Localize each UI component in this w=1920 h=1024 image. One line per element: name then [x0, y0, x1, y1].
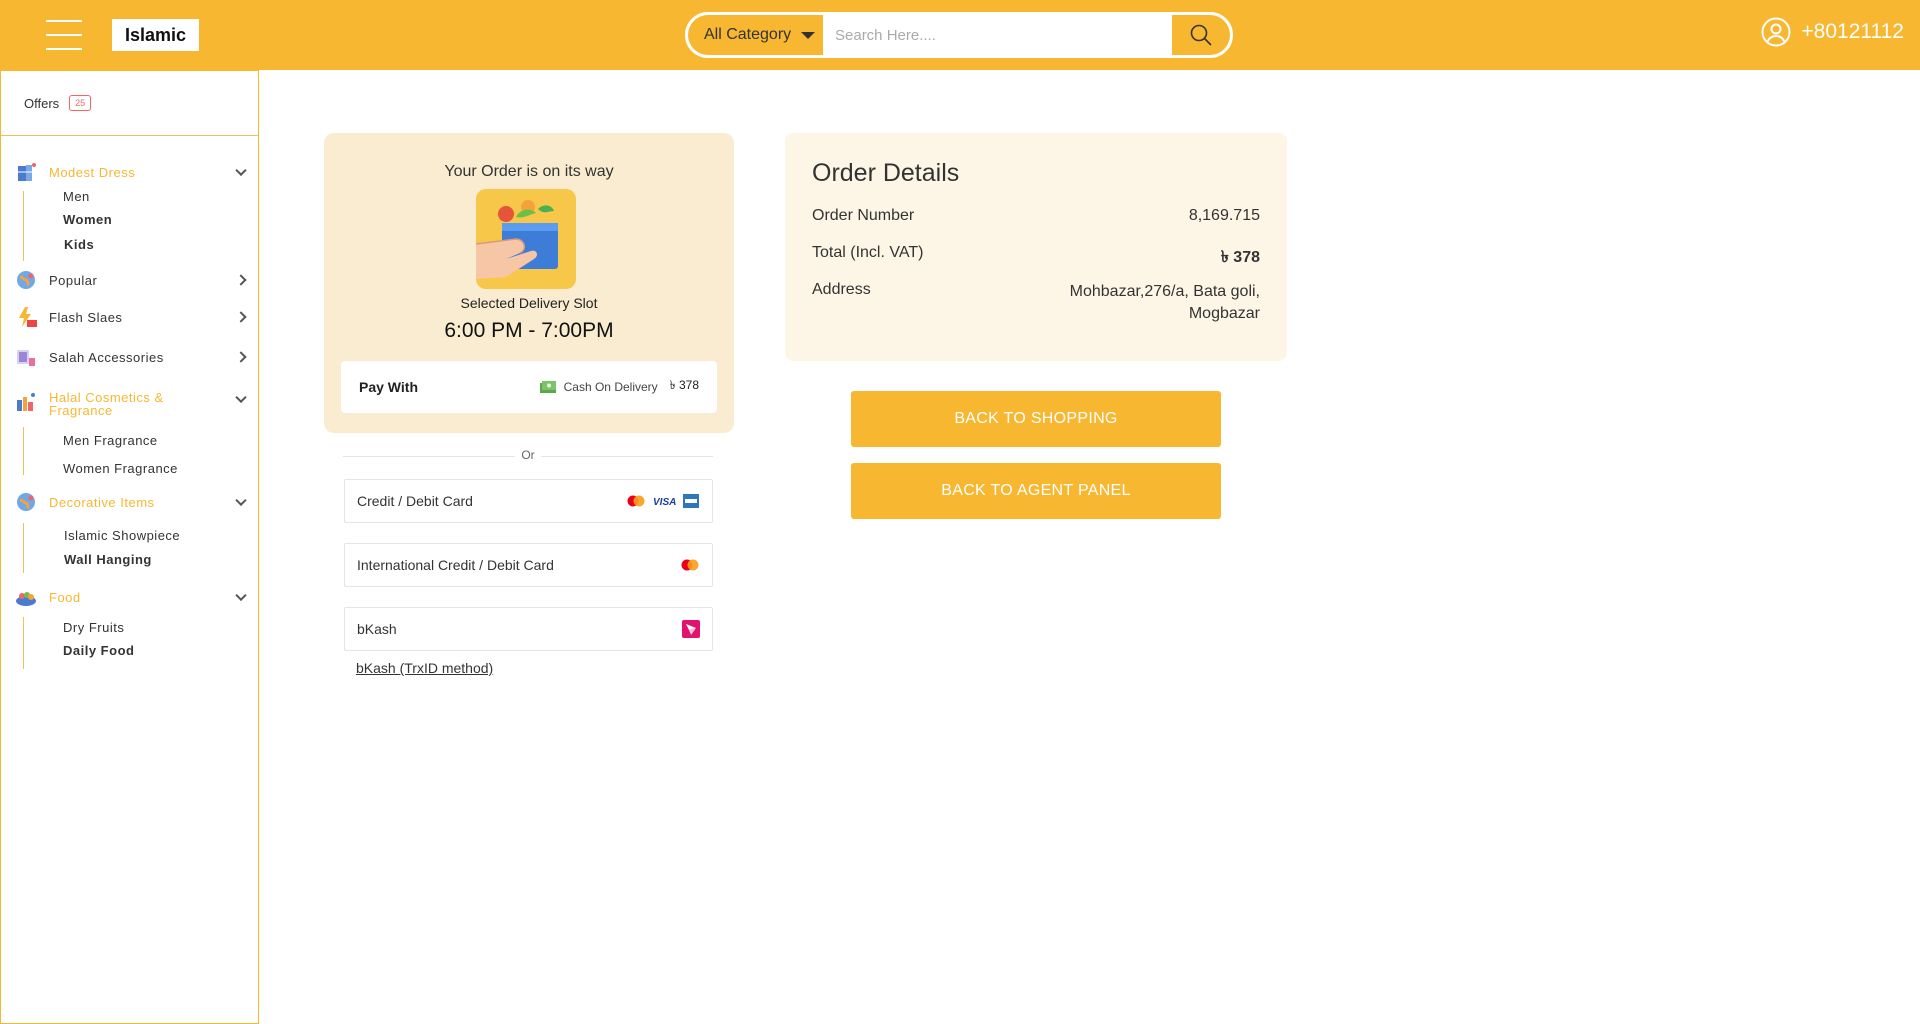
order-details-card: Order Details Order Number 8,169.715 Tot…	[785, 133, 1287, 361]
sidebar-item-label: Decorative Items	[49, 494, 155, 510]
row-label: Address	[812, 281, 871, 298]
search-input[interactable]	[823, 15, 1172, 55]
row-label: Total (Incl. VAT)	[812, 244, 924, 261]
international-card-option[interactable]: International Credit / Debit Card	[344, 543, 713, 587]
mastercard-icon	[627, 495, 645, 507]
delivery-slot-label: Selected Delivery Slot	[460, 295, 598, 311]
back-to-shopping-button[interactable]: BACK TO SHOPPING	[851, 391, 1221, 447]
sidebar-item-label: Halal Cosmetics & Fragrance	[49, 390, 164, 418]
pay-with-box: Pay With Cash On Delivery ৳ 378	[341, 361, 717, 413]
chevron-right-icon[interactable]	[235, 274, 247, 286]
dress-icon	[18, 163, 36, 181]
order-number-value: 8,169.715	[1188, 207, 1260, 224]
order-number-row: Order Number 8,169.715	[812, 207, 1260, 225]
food-icon	[16, 592, 36, 606]
chevron-down-icon[interactable]	[235, 391, 247, 404]
option-label: bKash	[357, 621, 397, 637]
sidebar-subitem-dry-fruits[interactable]: Dry Fruits	[63, 620, 124, 635]
sidebar-subitem-women-fragrance[interactable]: Women Fragrance	[63, 461, 178, 476]
address-line-1: Mohbazar,276/a, Bata goli,	[1069, 283, 1260, 300]
phone-number: +80121112	[1801, 20, 1904, 43]
globe-icon	[17, 271, 35, 289]
address-row: Address Mohbazar,276/a, Bata goli, Mogba…	[812, 281, 1260, 325]
flash-sale-icon	[19, 307, 37, 327]
cash-icon	[539, 381, 556, 393]
sidebar-item-label: Food	[49, 589, 81, 605]
sidebar-item-flash-sales[interactable]: Flash Slaes	[15, 306, 247, 328]
sidebar-subitem-men[interactable]: Men	[63, 189, 90, 204]
row-label: Order Number	[812, 207, 915, 224]
sidebar-item-modest-dress[interactable]: Modest Dress	[15, 161, 247, 183]
back-to-agent-panel-button[interactable]: BACK TO AGENT PANEL	[851, 463, 1221, 519]
sidebar-item-label: Modest Dress	[49, 164, 136, 180]
sidebar: Offers 25 Modest Dress Men Women Kids Po…	[0, 70, 259, 1024]
chevron-down-icon[interactable]	[235, 494, 247, 507]
order-status-card: Your Order is on its way Selected Delive…	[324, 133, 734, 433]
sidebar-item-label: Popular	[49, 272, 98, 288]
caret-down-icon	[801, 31, 816, 39]
sidebar-item-label: Flash Slaes	[49, 309, 123, 325]
search-button[interactable]	[1172, 15, 1230, 55]
cosmetics-icon	[17, 393, 35, 411]
payment-amount: ৳ 378	[669, 378, 699, 392]
chevron-right-icon[interactable]	[235, 311, 247, 323]
salah-icon	[17, 350, 35, 366]
address-line-2: Mogbazar	[1188, 305, 1260, 322]
user-icon	[1761, 17, 1791, 47]
mastercard-icon	[681, 559, 699, 571]
offers-label: Offers	[24, 95, 60, 111]
category-dropdown[interactable]: All Category	[688, 15, 823, 55]
sidebar-item-salah-accessories[interactable]: Salah Accessories	[15, 346, 247, 368]
decor-icon	[17, 493, 35, 511]
chevron-right-icon[interactable]	[235, 351, 247, 363]
total-value: ৳ 378	[1220, 249, 1260, 266]
option-label: Credit / Debit Card	[357, 493, 473, 509]
order-details-title: Order Details	[812, 159, 960, 187]
or-text: Or	[515, 448, 541, 462]
credit-debit-card-option[interactable]: Credit / Debit Card VISA	[344, 479, 713, 523]
search-bar: All Category	[685, 12, 1233, 58]
sidebar-subitem-women[interactable]: Women	[63, 212, 112, 227]
visa-icon: VISA	[653, 497, 676, 508]
delivery-slot-time: 6:00 PM - 7:00PM	[444, 319, 614, 342]
sidebar-item-popular[interactable]: Popular	[15, 269, 247, 291]
chevron-down-icon[interactable]	[235, 164, 247, 177]
sidebar-subitem-islamic-showpiece[interactable]: Islamic Showpiece	[64, 528, 180, 543]
menu-icon[interactable]	[46, 20, 82, 50]
category-label: All Category	[704, 26, 792, 43]
offers-count-badge: 25	[69, 95, 92, 111]
payment-method: Cash On Delivery	[563, 380, 658, 394]
chevron-down-icon[interactable]	[235, 589, 247, 602]
sidebar-item-halal-cosmetics[interactable]: Halal Cosmetics & Fragrance	[15, 390, 247, 418]
sidebar-subitem-men-fragrance[interactable]: Men Fragrance	[63, 433, 158, 448]
sidebar-subitem-kids[interactable]: Kids	[64, 237, 94, 252]
sidebar-item-food[interactable]: Food	[15, 586, 247, 608]
order-status-title: Your Order is on its way	[444, 163, 614, 180]
offers-link[interactable]: Offers 25	[1, 71, 258, 136]
search-icon	[1190, 24, 1212, 46]
bkash-trxid-link[interactable]: bKash (TrxID method)	[356, 660, 493, 676]
total-row: Total (Incl. VAT) ৳ 378	[812, 244, 1260, 271]
bkash-icon	[682, 620, 700, 638]
delivery-box-icon	[476, 189, 576, 289]
sidebar-subitem-daily-food[interactable]: Daily Food	[63, 643, 134, 658]
bkash-option[interactable]: bKash	[344, 607, 713, 651]
top-header: Islamic All Category +80121112	[0, 0, 1920, 70]
sidebar-item-decorative-items[interactable]: Decorative Items	[15, 491, 247, 513]
user-account[interactable]: +80121112	[1761, 17, 1904, 47]
brand-logo[interactable]: Islamic	[112, 19, 199, 51]
option-label: International Credit / Debit Card	[357, 557, 554, 573]
sidebar-subitem-wall-hanging[interactable]: Wall Hanging	[64, 552, 152, 567]
svg-text:VISA: VISA	[653, 497, 676, 508]
sidebar-item-label: Salah Accessories	[49, 349, 164, 365]
pay-with-label: Pay With	[359, 379, 418, 395]
amex-icon	[683, 494, 699, 508]
